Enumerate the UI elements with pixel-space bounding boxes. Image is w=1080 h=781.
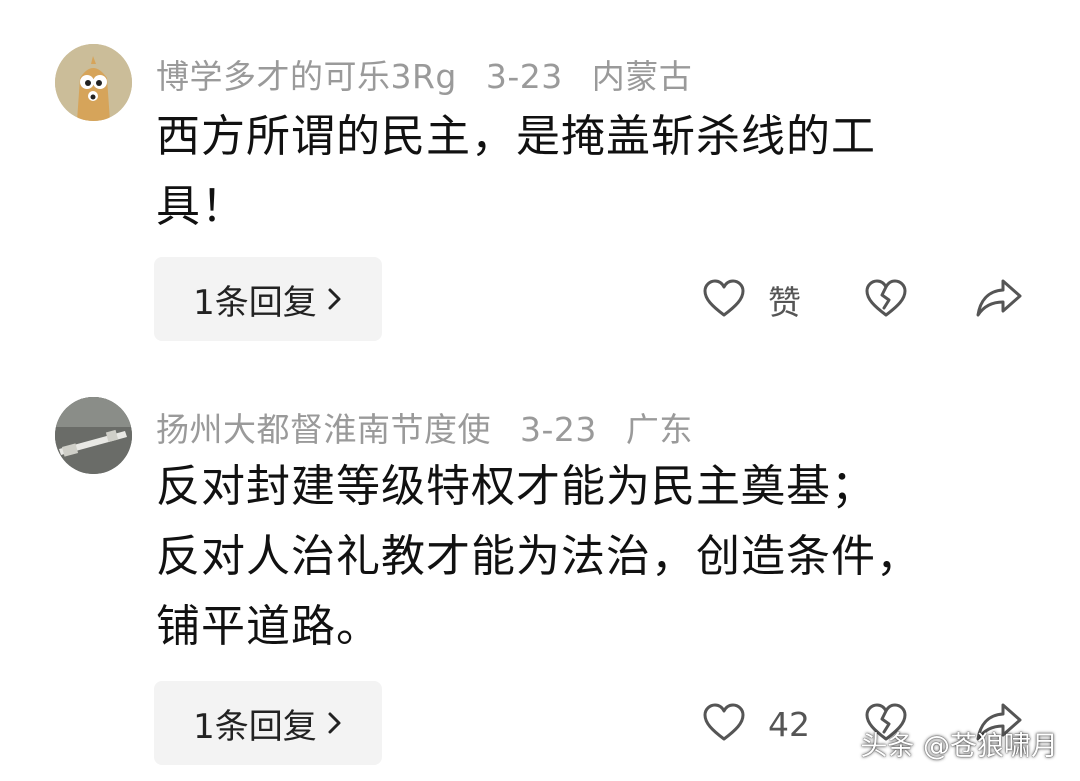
avatar[interactable] — [55, 397, 132, 474]
dislike-button[interactable] — [864, 276, 908, 324]
share-arrow-icon — [975, 277, 1023, 323]
comment-text-line: 铺平道路。 — [156, 601, 381, 652]
comment-text-line: 西方所谓的民主，是掩盖斩杀线的工 — [156, 111, 876, 162]
watermark: 头条 @苍狼啸月 — [860, 731, 1058, 762]
comment-date: 3-23 — [485, 57, 563, 96]
chevron-right-icon — [327, 710, 343, 736]
comment-location: 广东 — [625, 410, 693, 449]
username[interactable]: 扬州大都督淮南节度使 — [156, 410, 491, 449]
comment-text-line: 反对人治礼教才能为法治，创造条件， — [156, 531, 921, 582]
avatar[interactable] — [55, 44, 132, 121]
view-replies-button[interactable]: 1条回复 — [154, 681, 382, 765]
broken-heart-icon — [864, 278, 908, 322]
comment-item: 扬州大都督淮南节度使 3-23 广东 反对封建等级特权才能为民主奠基； 反对人治… — [0, 370, 1080, 781]
comment-text-line: 反对封建等级特权才能为民主奠基； — [156, 461, 876, 512]
reply-count-label: 1条回复 — [193, 282, 317, 323]
reply-count-label: 1条回复 — [193, 706, 317, 747]
comment-item: 博学多才的可乐3Rg 3-23 内蒙古 西方所谓的民主，是掩盖斩杀线的工 具！ … — [0, 0, 1080, 370]
comment-date: 3-23 — [520, 410, 597, 449]
comment-location: 内蒙古 — [591, 57, 693, 96]
comment-text-line: 具！ — [156, 181, 246, 232]
view-replies-button[interactable]: 1条回复 — [154, 257, 382, 341]
cartoon-figure-avatar-icon — [55, 44, 132, 121]
heart-icon — [702, 278, 746, 322]
like-count: 42 — [768, 704, 810, 744]
share-button[interactable] — [975, 276, 1023, 324]
comment-text: 反对封建等级特权才能为民主奠基； 反对人治礼教才能为法治，创造条件， 铺平道路。 — [156, 452, 976, 662]
username[interactable]: 博学多才的可乐3Rg — [156, 57, 457, 96]
like-button[interactable]: 赞 — [702, 276, 801, 324]
photo-avatar-icon — [55, 397, 132, 474]
heart-icon — [702, 702, 746, 746]
comment-text: 西方所谓的民主，是掩盖斩杀线的工 具！ — [156, 102, 976, 242]
like-button[interactable]: 42 — [702, 700, 810, 748]
chevron-right-icon — [327, 286, 343, 312]
comment-meta: 博学多才的可乐3Rg 3-23 内蒙古 — [156, 50, 710, 98]
comment-meta: 扬州大都督淮南节度使 3-23 广东 — [156, 403, 711, 451]
like-label: 赞 — [768, 283, 801, 322]
